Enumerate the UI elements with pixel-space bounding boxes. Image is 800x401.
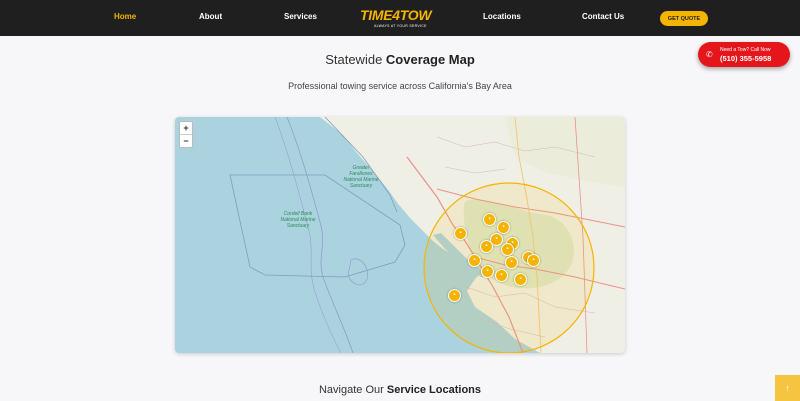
- location-marker[interactable]: ▪: [497, 221, 510, 234]
- coverage-title: Statewide Coverage Map: [0, 52, 800, 67]
- arrow-up-icon[interactable]: ↑: [775, 375, 800, 401]
- location-marker[interactable]: ▪: [483, 213, 496, 226]
- location-marker[interactable]: ▪: [505, 256, 518, 269]
- location-marker[interactable]: ▪: [501, 243, 514, 256]
- logo-wordmark: TIME4TOW: [360, 7, 432, 23]
- nav-locations[interactable]: Locations: [483, 12, 521, 21]
- get-quote-button[interactable]: GET QUOTE: [660, 11, 708, 26]
- zoom-control: + −: [179, 121, 193, 148]
- location-marker[interactable]: ▪: [481, 265, 494, 278]
- map-label-cordell-bank: Cordell Bank National Marine Sanctuary: [280, 211, 316, 229]
- location-marker[interactable]: ▪: [527, 254, 540, 267]
- location-marker[interactable]: ▪: [495, 269, 508, 282]
- locations-title-prefix: Navigate Our: [318, 384, 384, 396]
- location-marker[interactable]: ▪: [448, 289, 461, 302]
- location-marker[interactable]: ▪: [514, 273, 527, 286]
- logo-tagline: ALWAYS AT YOUR SERVICE: [374, 24, 427, 28]
- brand-logo[interactable]: TIME4TOW ALWAYS AT YOUR SERVICE: [360, 7, 440, 31]
- coverage-title-bold: Coverage Map: [385, 52, 475, 67]
- coverage-title-prefix: Statewide: [325, 52, 383, 67]
- location-marker[interactable]: ▪: [480, 240, 493, 253]
- nav-about[interactable]: About: [199, 12, 222, 21]
- depth-contour-2: [274, 117, 342, 353]
- map-label-farallones: Greater Farallones National Marine Sanct…: [343, 165, 379, 189]
- zoom-out-button[interactable]: −: [180, 134, 192, 147]
- nav-services[interactable]: Services: [284, 12, 317, 21]
- coverage-subtitle: Professional towing service across Calif…: [288, 81, 512, 91]
- location-marker[interactable]: ▪: [454, 227, 467, 240]
- nav-home[interactable]: Home: [114, 12, 136, 21]
- depth-contour: [286, 117, 354, 353]
- top-navigation: Home About Services TIME4TOW ALWAYS AT Y…: [0, 0, 800, 36]
- location-marker[interactable]: ▪: [468, 254, 481, 267]
- locations-title-bold: Service Locations: [386, 384, 482, 396]
- map-canvas: [229, 117, 625, 353]
- coverage-map[interactable]: + − Greater Farallones National Marine S…: [175, 117, 625, 353]
- locations-title: Navigate Our Service Locations: [0, 384, 800, 396]
- depth-contour-3: [347, 258, 368, 286]
- nav-contact[interactable]: Contact Us: [582, 12, 624, 21]
- zoom-in-button[interactable]: +: [180, 122, 192, 134]
